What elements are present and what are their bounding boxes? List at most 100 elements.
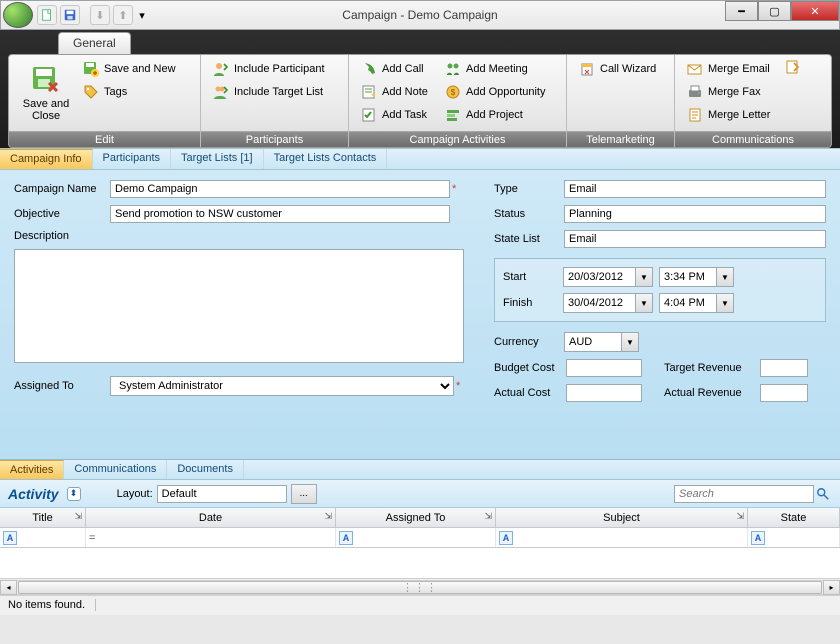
tab-campaign-info[interactable]: Campaign Info <box>0 149 93 169</box>
chevron-down-icon[interactable]: ▼ <box>636 267 653 287</box>
save-and-new-button[interactable]: Save and New <box>79 59 180 79</box>
minimize-button[interactable]: ━ <box>725 1 758 21</box>
input-status[interactable] <box>564 205 826 223</box>
maximize-button[interactable]: ▢ <box>758 1 791 21</box>
input-objective[interactable] <box>110 205 450 223</box>
save-and-close-button[interactable]: Save and Close <box>15 59 77 127</box>
qat-down-arrow-icon[interactable]: ⬇ <box>90 5 110 25</box>
col-subject[interactable]: Subject⇲ <box>496 508 748 527</box>
col-state[interactable]: State <box>748 508 840 527</box>
search-input[interactable] <box>674 485 814 503</box>
tab-target-lists-contacts[interactable]: Target Lists Contacts <box>264 149 388 169</box>
filter-text-icon[interactable]: A <box>751 531 765 545</box>
scroll-left-button[interactable]: ◂ <box>0 580 17 595</box>
label-campaign-name: Campaign Name <box>14 183 110 195</box>
label-assigned-to: Assigned To <box>14 380 110 392</box>
tab-activities[interactable]: Activities <box>0 460 64 479</box>
campaign-form: Campaign Name * Objective Description As… <box>0 170 840 460</box>
filter-text-icon[interactable]: A <box>339 531 353 545</box>
tab-communications[interactable]: Communications <box>64 460 167 479</box>
start-date-picker[interactable]: ▼ <box>563 267 653 287</box>
ribbon-body: Save and Close Save and New Tags Edit <box>8 54 832 148</box>
scroll-thumb[interactable]: ⋮⋮⋮ <box>18 581 822 594</box>
group-label-participants: Participants <box>201 131 348 147</box>
grid-filter-row: A = A A A <box>0 528 840 548</box>
include-participant-button[interactable]: Include Participant <box>209 59 329 79</box>
label-budget-cost: Budget Cost <box>494 362 566 374</box>
add-meeting-button[interactable]: Add Meeting <box>441 59 550 79</box>
input-description[interactable] <box>14 249 464 363</box>
filter-eq[interactable]: = <box>89 532 95 544</box>
save-close-icon <box>30 64 62 96</box>
start-time-picker[interactable]: ▼ <box>659 267 734 287</box>
input-type[interactable] <box>564 180 826 198</box>
input-campaign-name[interactable] <box>110 180 450 198</box>
scroll-right-button[interactable]: ▸ <box>823 580 840 595</box>
pin-icon: ⇲ <box>74 511 82 522</box>
add-note-button[interactable]: Add Note <box>357 82 439 102</box>
group-label-communications: Communications <box>675 131 831 147</box>
select-assigned-to[interactable]: System Administrator <box>110 376 454 396</box>
activity-heading: Activity <box>8 486 59 502</box>
call-wizard-button[interactable]: Call Wizard <box>575 59 660 79</box>
tab-participants[interactable]: Participants <box>93 149 171 169</box>
merge-letter-button[interactable]: Merge Letter <box>683 105 774 125</box>
chevron-down-icon[interactable]: ▼ <box>622 332 639 352</box>
chevron-down-icon[interactable]: ▼ <box>717 267 734 287</box>
input-actual-revenue[interactable] <box>760 384 808 402</box>
input-actual-cost[interactable] <box>566 384 642 402</box>
close-button[interactable]: ✕ <box>791 1 839 21</box>
col-date[interactable]: Date⇲ <box>86 508 336 527</box>
col-title[interactable]: Title⇲ <box>0 508 86 527</box>
qat-save-icon[interactable] <box>60 5 80 25</box>
merge-fax-button[interactable]: Merge Fax <box>683 82 774 102</box>
footer-text: No items found. <box>8 599 96 611</box>
pin-icon: ⇲ <box>484 511 492 522</box>
label-description: Description <box>14 230 110 242</box>
project-icon <box>445 107 461 123</box>
attach-icon[interactable] <box>784 59 800 75</box>
label-currency: Currency <box>494 336 564 348</box>
chevron-down-icon[interactable]: ▼ <box>636 293 653 313</box>
chevron-down-icon[interactable]: ▼ <box>717 293 734 313</box>
layout-label: Layout: <box>117 488 153 500</box>
add-call-button[interactable]: Add Call <box>357 59 439 79</box>
label-start: Start <box>503 271 563 283</box>
filter-text-icon[interactable]: A <box>3 531 17 545</box>
email-icon <box>687 61 703 77</box>
add-task-button[interactable]: Add Task <box>357 105 439 125</box>
layout-dd-button[interactable]: ... <box>291 484 317 504</box>
ribbon-tab-general[interactable]: General <box>58 32 131 54</box>
input-budget-cost[interactable] <box>566 359 642 377</box>
label-objective: Objective <box>14 208 110 220</box>
layout-select[interactable] <box>157 485 287 503</box>
tags-button[interactable]: Tags <box>79 82 180 102</box>
horizontal-scrollbar[interactable]: ◂ ⋮⋮⋮ ▸ <box>0 578 840 595</box>
qat-new-icon[interactable] <box>37 5 57 25</box>
filter-text-icon[interactable]: A <box>499 531 513 545</box>
finish-date-picker[interactable]: ▼ <box>563 293 653 313</box>
note-icon <box>361 84 377 100</box>
quick-access-toolbar: ⬇ ⬆ ▾ <box>37 5 148 25</box>
input-target-revenue[interactable] <box>760 359 808 377</box>
tab-target-lists[interactable]: Target Lists [1] <box>171 149 264 169</box>
status-footer: No items found. <box>0 595 840 615</box>
window-buttons: ━ ▢ ✕ <box>725 1 839 21</box>
finish-time-picker[interactable]: ▼ <box>659 293 734 313</box>
activity-bar: Activity ⬍ Layout: ... <box>0 480 840 508</box>
app-orb-icon[interactable] <box>3 2 33 28</box>
include-target-list-button[interactable]: Include Target List <box>209 82 329 102</box>
grid-header: Title⇲ Date⇲ Assigned To⇲ Subject⇲ State <box>0 508 840 528</box>
col-assigned-to[interactable]: Assigned To⇲ <box>336 508 496 527</box>
currency-picker[interactable]: ▼ <box>564 332 639 352</box>
qat-dropdown-icon[interactable]: ▾ <box>136 5 148 25</box>
add-project-button[interactable]: Add Project <box>441 105 550 125</box>
input-state-list[interactable] <box>564 230 826 248</box>
qat-up-arrow-icon[interactable]: ⬆ <box>113 5 133 25</box>
merge-email-button[interactable]: Merge Email <box>683 59 774 79</box>
search-icon[interactable] <box>814 484 832 504</box>
lower-tabs: Activities Communications Documents <box>0 460 840 480</box>
add-opportunity-button[interactable]: $Add Opportunity <box>441 82 550 102</box>
expand-icon[interactable]: ⬍ <box>67 487 81 501</box>
tab-documents[interactable]: Documents <box>167 460 244 479</box>
